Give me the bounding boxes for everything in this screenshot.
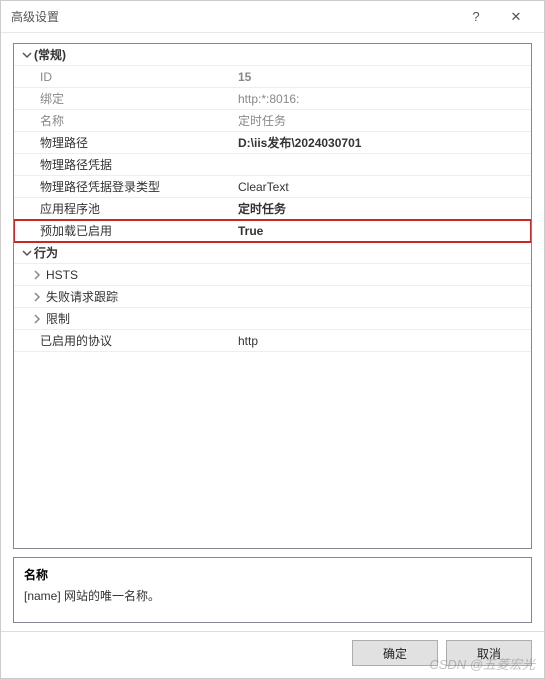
label-failed-request: 失败请求跟踪 — [46, 288, 118, 305]
property-grid[interactable]: (常规) ID 15 绑定 http:*:8016: 名称 定时任务 物理路径 … — [13, 43, 532, 549]
row-name[interactable]: 名称 定时任务 — [14, 110, 531, 132]
row-hsts[interactable]: HSTS — [14, 264, 531, 286]
chevron-down-icon — [20, 50, 34, 60]
section-behavior[interactable]: 行为 — [14, 242, 531, 264]
description-title: 名称 — [24, 566, 521, 583]
row-binding[interactable]: 绑定 http:*:8016: — [14, 88, 531, 110]
value-physical-path: D:\iis发布\2024030701 — [232, 134, 531, 151]
button-row: 确定 取消 — [1, 631, 544, 678]
label-preload: 预加载已启用 — [14, 222, 232, 239]
label-id: ID — [14, 70, 232, 84]
label-physical-path: 物理路径 — [14, 134, 232, 151]
description-panel: 名称 [name] 网站的唯一名称。 — [13, 557, 532, 623]
label-binding: 绑定 — [14, 90, 232, 107]
value-name: 定时任务 — [232, 112, 531, 129]
chevron-right-icon — [32, 314, 46, 324]
row-physical-path[interactable]: 物理路径 D:\iis发布\2024030701 — [14, 132, 531, 154]
label-limits: 限制 — [46, 310, 70, 327]
row-failed-request[interactable]: 失败请求跟踪 — [14, 286, 531, 308]
value-app-pool: 定时任务 — [232, 200, 531, 217]
content-area: (常规) ID 15 绑定 http:*:8016: 名称 定时任务 物理路径 … — [1, 33, 544, 631]
help-icon: ? — [472, 9, 479, 24]
label-physical-path-logon: 物理路径凭据登录类型 — [14, 178, 232, 195]
row-physical-path-cred[interactable]: 物理路径凭据 — [14, 154, 531, 176]
row-id[interactable]: ID 15 — [14, 66, 531, 88]
value-protocols: http — [232, 334, 531, 348]
value-id: 15 — [232, 70, 531, 84]
row-protocols[interactable]: 已启用的协议 http — [14, 330, 531, 352]
section-behavior-label: 行为 — [34, 244, 58, 261]
label-app-pool: 应用程序池 — [14, 200, 232, 217]
chevron-right-icon — [32, 270, 46, 280]
label-physical-path-cred: 物理路径凭据 — [14, 156, 232, 173]
chevron-down-icon — [20, 248, 34, 258]
value-physical-path-logon: ClearText — [232, 180, 531, 194]
description-text: [name] 网站的唯一名称。 — [24, 587, 521, 604]
window-title: 高级设置 — [11, 8, 456, 25]
close-icon: ✕ — [511, 9, 522, 25]
row-preload[interactable]: 预加载已启用 True — [14, 220, 531, 242]
cancel-button[interactable]: 取消 — [446, 640, 532, 666]
row-physical-path-logon[interactable]: 物理路径凭据登录类型 ClearText — [14, 176, 531, 198]
value-preload: True — [232, 224, 531, 238]
row-app-pool[interactable]: 应用程序池 定时任务 — [14, 198, 531, 220]
close-button[interactable]: ✕ — [496, 1, 536, 33]
label-name: 名称 — [14, 112, 232, 129]
label-protocols: 已启用的协议 — [14, 332, 232, 349]
section-general-label: (常规) — [34, 46, 66, 63]
chevron-right-icon — [32, 292, 46, 302]
ok-button[interactable]: 确定 — [352, 640, 438, 666]
label-hsts: HSTS — [46, 268, 78, 282]
section-general[interactable]: (常规) — [14, 44, 531, 66]
value-binding: http:*:8016: — [232, 92, 531, 106]
row-limits[interactable]: 限制 — [14, 308, 531, 330]
titlebar: 高级设置 ? ✕ — [1, 1, 544, 33]
help-button[interactable]: ? — [456, 1, 496, 33]
